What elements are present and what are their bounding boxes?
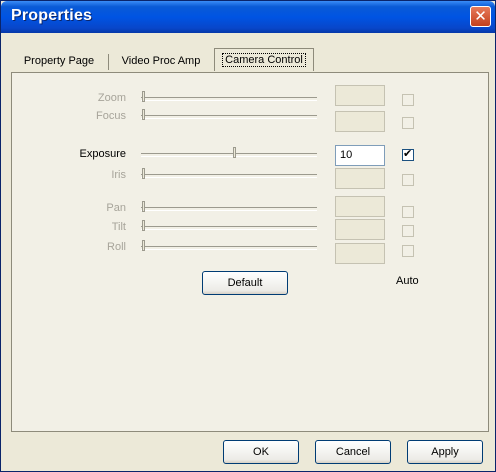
cancel-button[interactable]: Cancel (315, 440, 391, 464)
zoom-slider[interactable] (141, 97, 317, 101)
pan-value (335, 196, 385, 217)
window-title: Properties (11, 7, 93, 24)
default-button[interactable]: Default (202, 271, 288, 295)
pan-label: Pan (106, 202, 126, 214)
pan-auto-checkbox (402, 206, 414, 218)
title-bar[interactable]: Properties ✕ (1, 1, 495, 33)
tilt-value (335, 219, 385, 240)
auto-column-label: Auto (396, 275, 419, 287)
exposure-value-field[interactable]: 10 (335, 145, 385, 166)
exposure-label: Exposure (79, 148, 126, 160)
exposure-slider[interactable] (141, 153, 317, 157)
tab-property-page[interactable]: Property Page (13, 51, 105, 71)
iris-label: Iris (111, 169, 126, 181)
focus-value (335, 111, 385, 132)
focus-label: Focus (96, 110, 126, 122)
tab-video-proc-amp[interactable]: Video Proc Amp (111, 51, 211, 71)
roll-slider[interactable] (141, 246, 317, 250)
iris-value (335, 168, 385, 189)
roll-label: Roll (107, 241, 126, 253)
tab-label: Property Page (23, 55, 95, 67)
zoom-value (335, 85, 385, 106)
zoom-slider-thumb[interactable] (142, 91, 145, 102)
tilt-auto-checkbox (402, 225, 414, 237)
iris-auto-checkbox (402, 174, 414, 186)
close-icon: ✕ (474, 7, 487, 25)
tab-divider (108, 54, 109, 70)
zoom-label: Zoom (97, 92, 126, 104)
iris-slider-thumb[interactable] (142, 168, 145, 179)
exposure-auto-checkbox[interactable]: ✔ (402, 147, 414, 161)
ok-button[interactable]: OK (223, 440, 299, 464)
roll-value (335, 243, 385, 264)
roll-auto-checkbox (402, 245, 414, 257)
focus-slider[interactable] (141, 115, 317, 119)
apply-button[interactable]: Apply (407, 440, 483, 464)
checkmark-icon: ✔ (403, 147, 413, 160)
exposure-slider-thumb[interactable] (232, 147, 236, 158)
pan-slider-thumb[interactable] (142, 201, 145, 212)
iris-slider[interactable] (141, 174, 317, 178)
tab-label: Video Proc Amp (121, 55, 201, 67)
focus-auto-checkbox (402, 117, 414, 129)
tilt-slider-thumb[interactable] (142, 220, 145, 231)
tab-label: Camera Control (222, 53, 306, 67)
focus-slider-thumb[interactable] (142, 109, 145, 120)
close-button[interactable]: ✕ (470, 6, 491, 27)
tilt-label: Tilt (111, 221, 126, 233)
pan-slider[interactable] (141, 207, 317, 211)
tab-camera-control[interactable]: Camera Control (214, 48, 314, 71)
tilt-slider[interactable] (141, 226, 317, 230)
zoom-auto-checkbox (402, 94, 414, 106)
properties-dialog: Properties ✕ Property Page Video Proc Am… (0, 0, 496, 472)
roll-slider-thumb[interactable] (142, 240, 145, 251)
